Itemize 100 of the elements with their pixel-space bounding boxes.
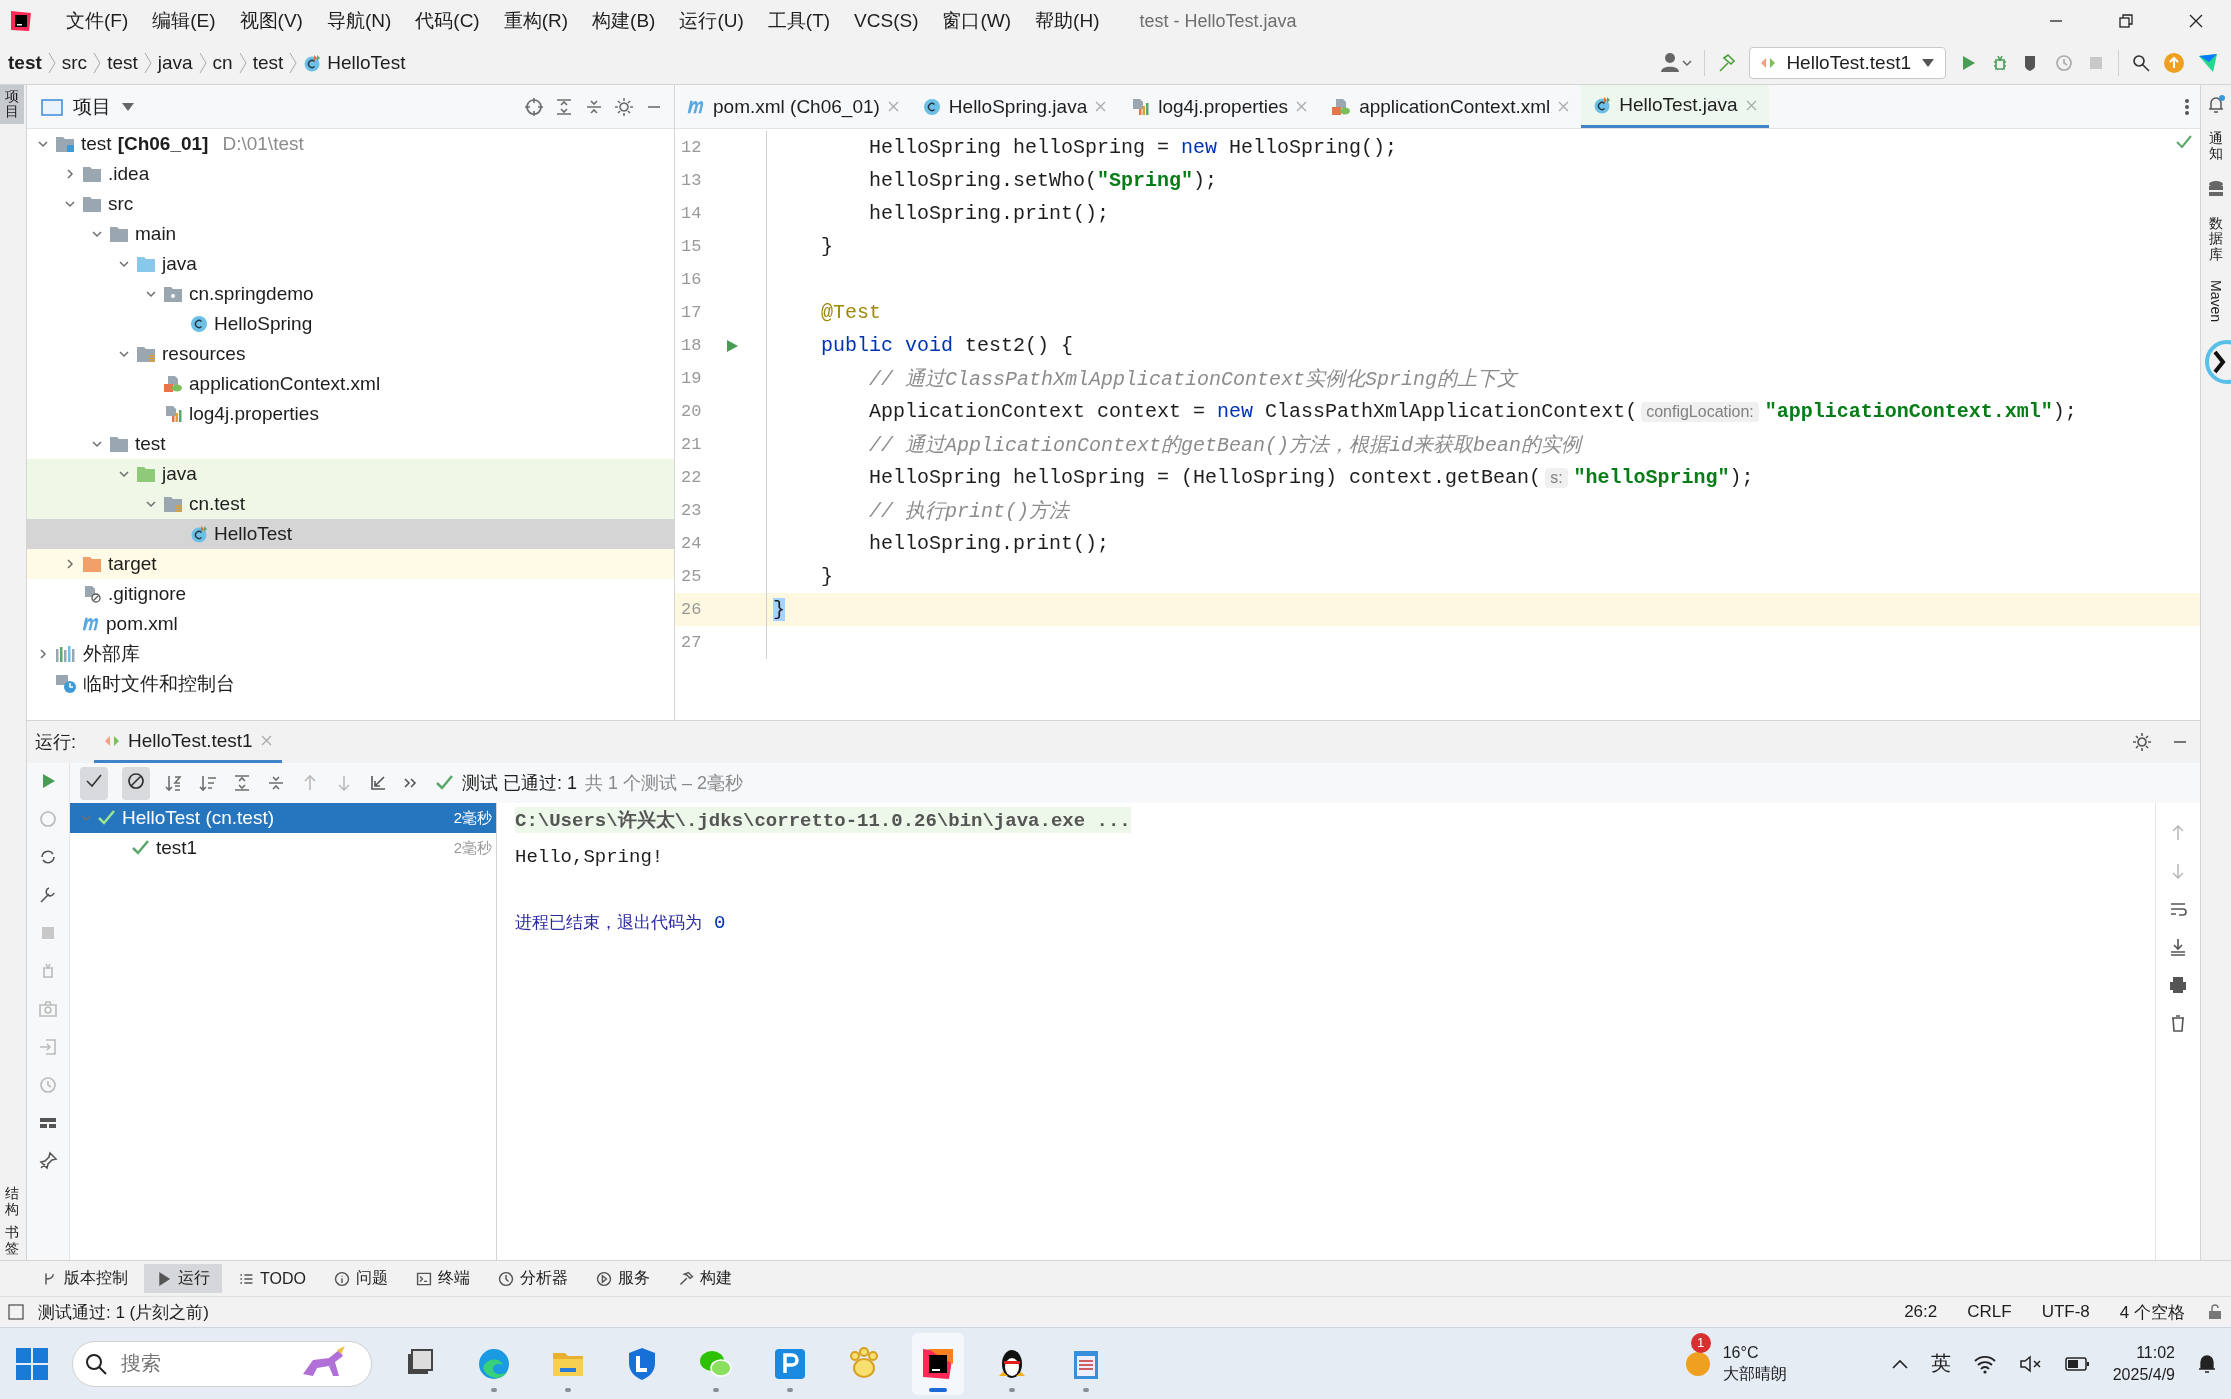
expand-chevron-icon[interactable] [64,558,76,570]
editor-tab[interactable]: HelloSpring.java [910,85,1119,128]
tree-item[interactable]: .gitignore [27,579,674,609]
tree-item[interactable]: applicationContext.xml [27,369,674,399]
menu-item[interactable]: 文件(F) [54,8,141,34]
wifi-icon[interactable] [1972,1353,1997,1374]
close-icon[interactable] [2188,13,2204,29]
search-field[interactable]: 搜索 [119,1351,283,1376]
status-item[interactable]: 4 个空格 [2111,1300,2193,1324]
menu-item[interactable]: 工具(T) [755,8,843,34]
tree-item[interactable]: pom.xml [27,609,674,639]
tree-item[interactable]: .idea [27,159,674,189]
search-icon[interactable] [2131,53,2151,73]
show-passed-button[interactable] [80,766,108,800]
tree-item[interactable]: HelloSpring [27,309,674,339]
status-item[interactable]: CRLF [1959,1302,2020,1322]
menu-item[interactable]: 编辑(E) [140,8,228,34]
breadcrumb-item[interactable]: test [107,52,138,74]
run-config-dropdown[interactable]: HelloTest.test1 [1749,47,1946,79]
expand-chevron-icon[interactable] [91,438,103,450]
expand-chevron-icon[interactable] [145,288,157,300]
panel-toggle-icon[interactable] [8,1304,24,1320]
settings-icon[interactable] [2132,732,2152,752]
import-icon[interactable] [368,773,388,793]
stripe-button[interactable]: 数据库 [2209,215,2223,262]
restore-icon[interactable] [2118,13,2134,29]
ignored-icon[interactable] [126,770,146,791]
tool-window-tab[interactable]: 构建 [665,1264,744,1293]
tree-item[interactable]: 外部库 [27,639,674,669]
print-icon[interactable] [2168,975,2188,995]
user-icon[interactable] [1660,52,1693,74]
menu-item[interactable]: 构建(B) [580,8,668,34]
breadcrumb-item[interactable]: test [8,52,42,74]
muted-speaker-icon[interactable] [2018,1353,2043,1374]
expand-chevron-icon[interactable] [91,228,103,240]
test-tree-item[interactable]: test1 2毫秒 [70,833,496,863]
tool-window-tab[interactable]: TODO [226,1265,318,1292]
menu-item[interactable]: 重构(R) [491,8,581,34]
sort-duration-icon[interactable] [198,773,218,793]
input-method[interactable]: 英 [1930,1350,1951,1377]
menu-item[interactable]: 视图(V) [227,8,315,34]
tree-item[interactable]: cn.test [27,489,674,519]
clock-date[interactable]: 2025/4/9 [2112,1363,2175,1386]
stripe-button[interactable]: Maven [2208,279,2224,322]
expand-chevron-icon[interactable] [64,198,76,210]
tree-item[interactable]: src [27,189,674,219]
menu-item[interactable]: 代码(C) [403,8,492,34]
breadcrumb-item[interactable]: cn [212,52,233,74]
expand-chevron-icon[interactable] [64,168,76,180]
taskbar-button[interactable] [912,1332,964,1395]
tree-item[interactable]: 临时文件和控制台 [27,669,674,699]
run-gutter-icon[interactable] [725,337,739,354]
notification-icon[interactable] [2207,95,2225,113]
bell-icon[interactable] [2197,1352,2217,1375]
tree-item[interactable]: test [Ch06_01] D:\01\test [27,129,674,159]
stripe-button[interactable]: 结构 [0,1182,24,1222]
clock-time[interactable]: 11:02 [2136,1341,2175,1364]
menu-item[interactable]: 运行(U) [667,8,756,34]
show-ignored-button[interactable] [122,766,150,800]
hammer-icon[interactable] [1717,53,1738,73]
tree-item[interactable]: main [27,219,674,249]
more-icon[interactable] [2184,96,2190,117]
toggle-rerun-icon[interactable] [38,847,58,867]
locate-icon[interactable] [524,96,544,117]
status-item[interactable]: 26:2 [1896,1302,1946,1322]
tree-item[interactable]: log4j.properties [27,399,674,429]
settings-icon[interactable] [614,96,634,117]
project-stripe-button[interactable]: 项目 [0,85,24,124]
plugin-icon[interactable] [2197,52,2219,74]
caret-icon[interactable] [1890,1357,1909,1370]
expand-all-icon[interactable] [554,96,574,117]
wrench-icon[interactable] [38,885,58,905]
editor-tab[interactable]: pom.xml (Ch06_01) [675,85,911,128]
start-icon[interactable] [14,1345,50,1382]
tree-item[interactable]: java [27,249,674,279]
tool-window-tab[interactable]: 运行 [144,1264,222,1293]
stripe-button[interactable]: 书签 [0,1221,24,1260]
tree-item[interactable]: target [27,549,674,579]
tree-item[interactable]: java [27,459,674,489]
status-item[interactable]: UTF-8 [2033,1302,2098,1322]
expand-chevron-icon[interactable] [37,648,49,660]
tool-window-tab[interactable]: 分析器 [485,1264,580,1293]
tool-window-tab[interactable]: 问题 [321,1264,400,1293]
expand-chevron-icon[interactable] [118,258,130,270]
menu-item[interactable]: 帮助(H) [1023,8,1112,34]
expand-chevron-icon[interactable] [37,138,49,150]
pin-icon[interactable] [38,1151,58,1171]
lock-icon[interactable] [2207,1304,2223,1320]
menu-item[interactable]: 导航(N) [314,8,404,34]
battery-icon[interactable] [2064,1355,2091,1372]
tree-item[interactable]: test [27,429,674,459]
breadcrumb-item[interactable]: HelloTest [303,52,406,74]
test-tree-item[interactable]: HelloTest (cn.test) 2毫秒 [70,803,496,833]
search-bar[interactable]: 搜索 [72,1340,372,1387]
stripe-button[interactable]: 通知 [2209,131,2223,162]
database-icon[interactable] [2208,179,2224,198]
dropdown-caret-icon[interactable] [121,101,135,112]
tool-window-tab[interactable]: 终端 [403,1264,482,1293]
editor-tab[interactable]: HelloTest.java [1581,85,1769,128]
tree-item[interactable]: cn.springdemo [27,279,674,309]
